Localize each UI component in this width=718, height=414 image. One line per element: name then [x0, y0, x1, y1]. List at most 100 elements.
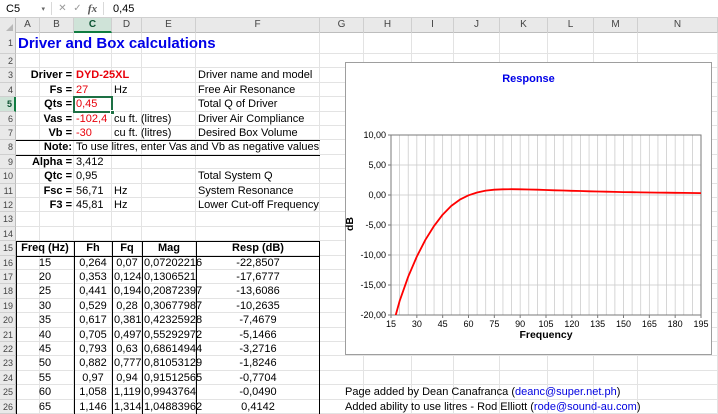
table-cell-r1c3[interactable]: 0,07 — [112, 256, 142, 270]
table-cell-r6c5[interactable]: -5,1466 — [196, 328, 320, 342]
row-header-5[interactable]: 5 — [0, 97, 16, 112]
cell-F4[interactable]: Free Air Resonance — [196, 83, 320, 97]
table-header-1[interactable]: Freq (Hz) — [16, 241, 74, 255]
row-header-20[interactable]: 20 — [0, 313, 16, 328]
table-header-5[interactable]: Resp (dB) — [196, 241, 320, 255]
table-cell-r9c5[interactable]: -0,7704 — [196, 371, 320, 385]
formula-input[interactable]: 0,45 — [107, 3, 718, 15]
table-cell-r10c2[interactable]: 1,058 — [74, 385, 112, 399]
row-header-3[interactable]: 3 — [0, 68, 16, 83]
fill-handle[interactable] — [110, 109, 115, 115]
col-header-C[interactable]: C — [74, 18, 112, 33]
table-cell-r4c4[interactable]: 0,30677987 — [142, 299, 202, 313]
table-cell-r4c1[interactable]: 30 — [16, 299, 74, 313]
cell-F10[interactable]: Total System Q — [196, 169, 320, 183]
table-cell-r10c1[interactable]: 60 — [16, 385, 74, 399]
sheet-grid[interactable]: 1 2 3 4 5 6 7 8 9 10 11 12 13 14 15 16 17 18 19 20 21 22 23 24 2… — [0, 33, 718, 414]
cell-D12[interactable]: Hz — [112, 198, 142, 212]
table-cell-r6c4[interactable]: 0,55292972 — [142, 328, 202, 342]
table-cell-r11c2[interactable]: 1,146 — [74, 400, 112, 414]
table-cell-r9c4[interactable]: 0,91512565 — [142, 371, 202, 385]
table-cell-r2c4[interactable]: 0,1306521 — [142, 270, 196, 284]
row-header-12[interactable]: 12 — [0, 198, 16, 213]
table-header-3[interactable]: Fq — [112, 241, 142, 255]
col-header-H[interactable]: H — [364, 18, 412, 33]
table-cell-r7c1[interactable]: 45 — [16, 342, 74, 356]
table-cell-r5c2[interactable]: 0,617 — [74, 313, 112, 327]
cell-F6[interactable]: Driver Air Compliance — [196, 112, 320, 126]
table-cell-r1c5[interactable]: -22,8507 — [196, 256, 320, 270]
table-cell-r9c3[interactable]: 0,94 — [112, 371, 142, 385]
row-header-2[interactable]: 2 — [0, 54, 16, 69]
row-header-8[interactable]: 8 — [0, 140, 16, 155]
row-header-9[interactable]: 9 — [0, 154, 16, 170]
cell-F7[interactable]: Desired Box Volume — [196, 126, 320, 140]
cell-A11[interactable]: Fsc = — [16, 184, 74, 198]
table-header-2[interactable]: Fh — [74, 241, 112, 255]
table-cell-r7c5[interactable]: -3,2716 — [196, 342, 320, 356]
table-cell-r1c2[interactable]: 0,264 — [74, 256, 112, 270]
row-header-13[interactable]: 13 — [0, 212, 16, 227]
table-cell-r5c1[interactable]: 35 — [16, 313, 74, 327]
row-header-19[interactable]: 19 — [0, 298, 16, 314]
email-link[interactable]: deanc@super.net.ph — [515, 386, 617, 398]
cell-A1[interactable]: Driver and Box calculations — [16, 33, 216, 54]
table-cell-r1c1[interactable]: 15 — [16, 256, 74, 270]
cell-A4[interactable]: Fs = — [16, 83, 74, 97]
select-all-corner[interactable] — [0, 18, 16, 33]
table-cell-r2c1[interactable]: 20 — [16, 270, 74, 284]
row-header-10[interactable]: 10 — [0, 169, 16, 184]
cell-A8[interactable]: Note: — [16, 140, 74, 154]
row-header-11[interactable]: 11 — [0, 183, 16, 198]
table-cell-r3c4[interactable]: 0,20872397 — [142, 284, 202, 298]
col-header-F[interactable]: F — [196, 18, 320, 33]
cell-A12[interactable]: F3 = — [16, 198, 74, 212]
table-cell-r6c2[interactable]: 0,705 — [74, 328, 112, 342]
table-cell-r11c3[interactable]: 1,314 — [112, 400, 142, 414]
table-cell-r5c5[interactable]: -7,4679 — [196, 313, 320, 327]
table-cell-r10c5[interactable]: -0,0490 — [196, 385, 320, 399]
col-header-B[interactable]: B — [40, 18, 74, 33]
table-cell-r11c5[interactable]: 0,4142 — [196, 400, 320, 414]
table-cell-r7c2[interactable]: 0,793 — [74, 342, 112, 356]
table-cell-r5c3[interactable]: 0,381 — [112, 313, 142, 327]
enter-icon[interactable]: ✓ — [70, 3, 85, 14]
selected-cell-outline[interactable] — [73, 96, 113, 113]
row-header-6[interactable]: 6 — [0, 111, 16, 126]
table-cell-r8c3[interactable]: 0,777 — [112, 356, 142, 370]
cell-A3[interactable]: Driver = — [16, 68, 74, 82]
cell-D6[interactable]: cu ft. (litres) — [112, 112, 171, 126]
cell-A6[interactable]: Vas = — [16, 112, 74, 126]
table-cell-r8c4[interactable]: 0,81053129 — [142, 356, 202, 370]
row-header-1[interactable]: 1 — [0, 33, 16, 54]
cell-C9[interactable]: 3,412 — [74, 155, 112, 169]
table-cell-r11c4[interactable]: 1,04883962 — [142, 400, 202, 414]
table-cell-r3c1[interactable]: 25 — [16, 284, 74, 298]
table-cell-r4c5[interactable]: -10,2635 — [196, 299, 320, 313]
row-header-17[interactable]: 17 — [0, 270, 16, 285]
table-cell-r4c3[interactable]: 0,28 — [112, 299, 142, 313]
table-cell-r3c3[interactable]: 0,194 — [112, 284, 142, 298]
table-cell-r3c5[interactable]: -13,6086 — [196, 284, 320, 298]
table-cell-r6c1[interactable]: 40 — [16, 328, 74, 342]
table-header-4[interactable]: Mag — [142, 241, 196, 255]
table-cell-r8c1[interactable]: 50 — [16, 356, 74, 370]
row-header-15[interactable]: 15 — [0, 241, 16, 256]
col-header-K[interactable]: K — [500, 18, 548, 33]
col-header-E[interactable]: E — [142, 18, 196, 33]
table-cell-r1c4[interactable]: 0,07202216 — [142, 256, 202, 270]
cell-F3[interactable]: Driver name and model — [196, 68, 320, 82]
col-header-J[interactable]: J — [454, 18, 500, 33]
row-header-4[interactable]: 4 — [0, 82, 16, 98]
cell-C4[interactable]: 27 — [74, 83, 112, 97]
cell-A9[interactable]: Alpha = — [16, 155, 74, 169]
row-header-16[interactable]: 16 — [0, 255, 16, 270]
cell-C11[interactable]: 56,71 — [74, 184, 112, 198]
cell-C10[interactable]: 0,95 — [74, 169, 112, 183]
cell-C6[interactable]: -102,4 — [74, 112, 112, 126]
col-header-N[interactable]: N — [638, 18, 718, 33]
insert-function-icon[interactable]: fx — [85, 3, 100, 15]
cell-F11[interactable]: System Resonance — [196, 184, 320, 198]
table-cell-r5c4[interactable]: 0,42325928 — [142, 313, 202, 327]
cell-F12[interactable]: Lower Cut-off Frequency — [196, 198, 320, 212]
